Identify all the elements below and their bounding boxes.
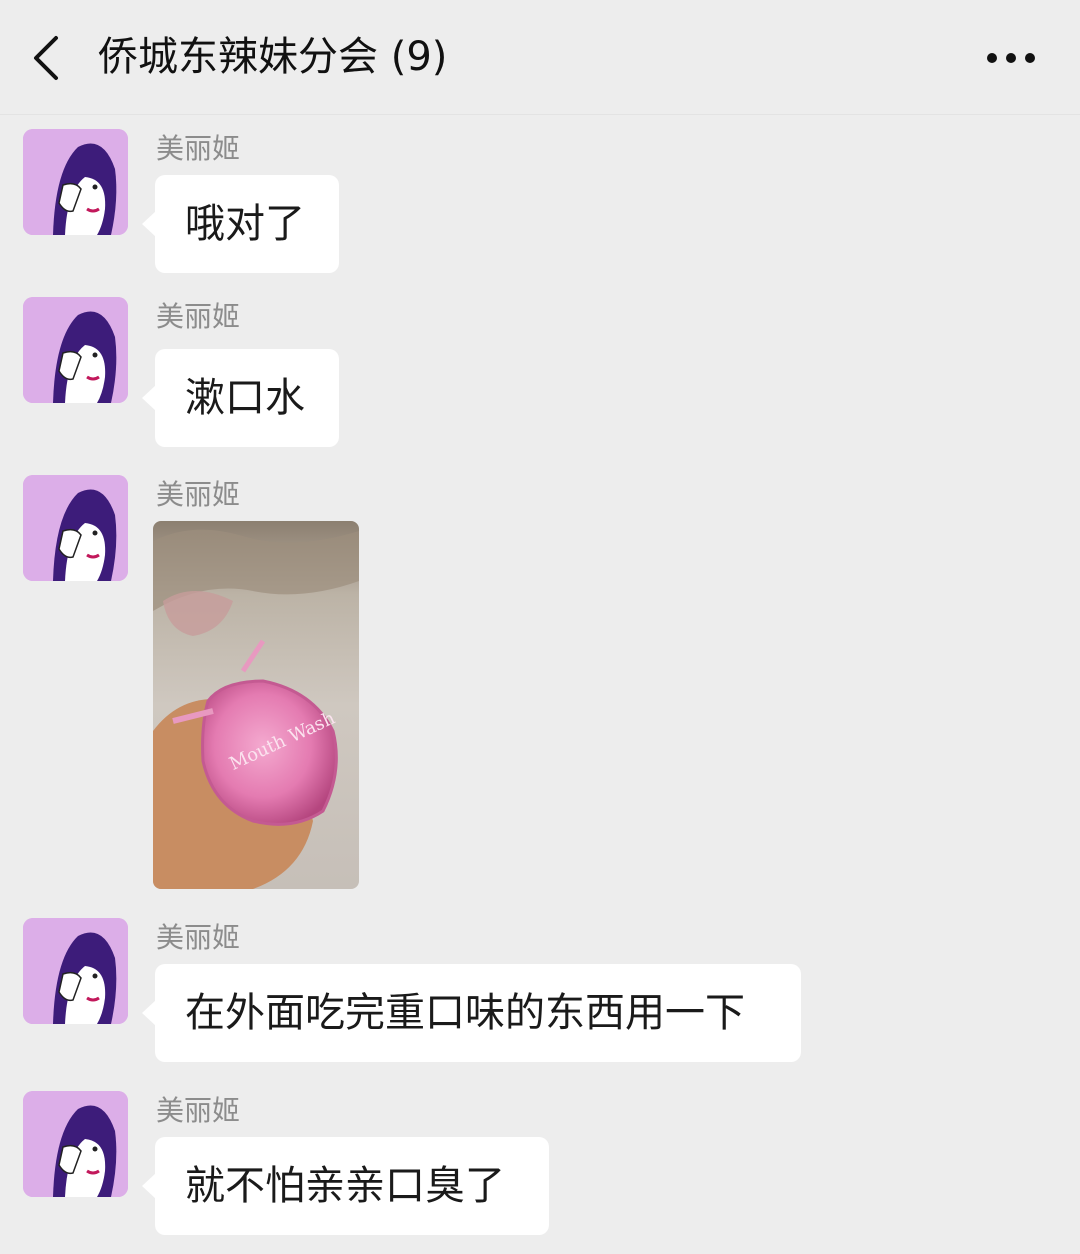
more-dots-icon bbox=[987, 53, 1035, 63]
message-bubble[interactable]: 漱口水 bbox=[142, 349, 339, 447]
sender-name: 美丽姬 bbox=[156, 1094, 241, 1127]
sender-name: 美丽姬 bbox=[156, 921, 241, 954]
chat-header: 侨城东辣妹分会 (9) bbox=[0, 0, 1080, 115]
back-button[interactable] bbox=[22, 28, 72, 88]
message-bubble[interactable]: 就不怕亲亲口臭了 bbox=[142, 1137, 549, 1235]
message-bubble[interactable]: 在外面吃完重口味的东西用一下 bbox=[142, 964, 801, 1062]
avatar-girl-icon bbox=[23, 1091, 128, 1197]
more-button[interactable] bbox=[980, 34, 1044, 82]
message-photo[interactable]: Mouth Wash bbox=[153, 521, 359, 889]
avatar-girl-icon bbox=[23, 918, 128, 1024]
chat-title: 侨城东辣妹分会 (9) bbox=[98, 34, 448, 80]
avatar-girl-icon bbox=[23, 129, 128, 235]
avatar-girl-icon bbox=[23, 475, 128, 581]
avatar-girl-icon bbox=[23, 297, 128, 403]
sender-name: 美丽姬 bbox=[156, 132, 241, 165]
avatar[interactable] bbox=[23, 918, 128, 1024]
avatar[interactable] bbox=[23, 297, 128, 403]
avatar[interactable] bbox=[23, 1091, 128, 1197]
chevron-left-icon bbox=[34, 36, 58, 80]
sender-name: 美丽姬 bbox=[156, 478, 241, 511]
sender-name: 美丽姬 bbox=[156, 300, 241, 333]
avatar[interactable] bbox=[23, 129, 128, 235]
mouthwash-photo: Mouth Wash bbox=[153, 521, 359, 889]
message-bubble[interactable]: 哦对了 bbox=[142, 175, 339, 273]
avatar[interactable] bbox=[23, 475, 128, 581]
